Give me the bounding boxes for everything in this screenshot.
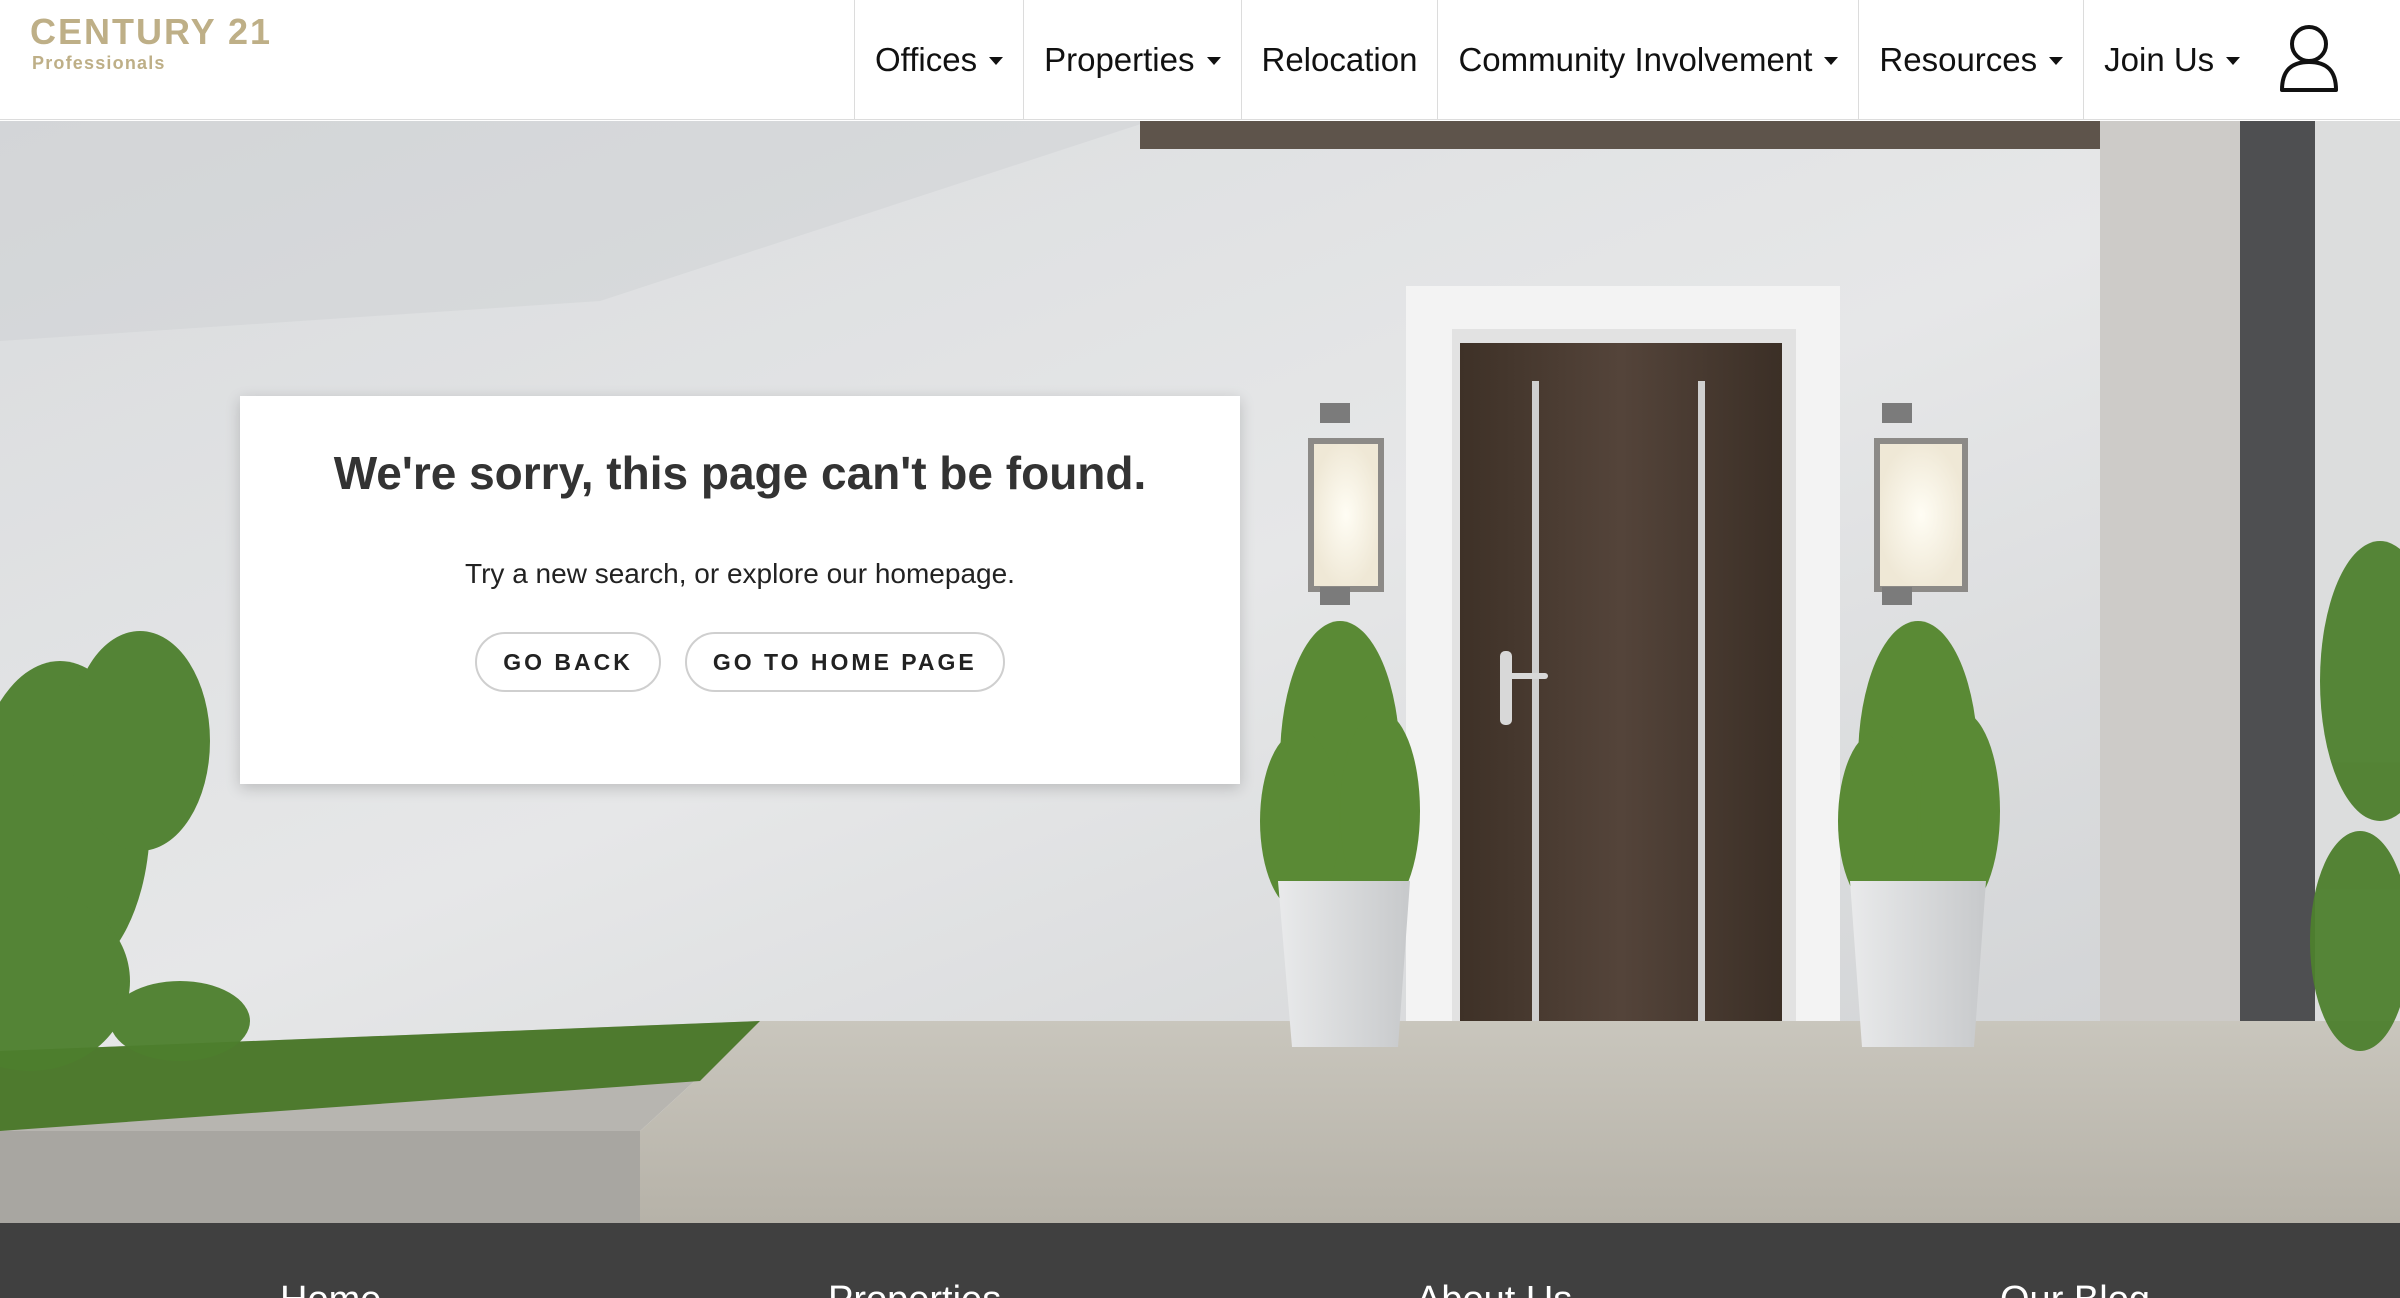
footer-link-our-blog[interactable]: Our Blog xyxy=(2000,1279,2150,1298)
brand-name: CENTURY 21 xyxy=(30,11,273,52)
footer-link-home[interactable]: Home xyxy=(280,1279,381,1298)
nav-item-label: Join Us xyxy=(2104,41,2215,78)
site-header: CENTURY 21 Professionals Offices Propert… xyxy=(0,0,2400,120)
footer-link-about-us[interactable]: About Us xyxy=(1416,1279,1572,1298)
nav-item-join-us[interactable]: Join Us xyxy=(2083,0,2260,120)
go-back-button[interactable]: GO BACK xyxy=(475,632,661,692)
nav-item-label: Resources xyxy=(1879,41,2038,78)
nav-item-label: Properties xyxy=(1044,41,1195,78)
go-home-button[interactable]: GO TO HOME PAGE xyxy=(684,632,1005,692)
nav-item-relocation[interactable]: Relocation xyxy=(1240,0,1438,120)
user-icon xyxy=(2280,25,2338,92)
caret-down-icon xyxy=(2226,57,2241,65)
site-footer: Home Properties About Us Our Blog xyxy=(0,1223,2400,1298)
footer-link-properties[interactable]: Properties xyxy=(828,1279,1001,1298)
nav-item-resources[interactable]: Resources xyxy=(1858,0,2083,120)
error-actions: GO BACK GO TO HOME PAGE xyxy=(240,632,1240,692)
error-title: We're sorry, this page can't be found. xyxy=(333,447,1147,499)
nav-item-label: Relocation xyxy=(1261,41,1418,78)
brand-logo[interactable]: CENTURY 21 Professionals xyxy=(30,12,272,74)
nav-item-community-involvement[interactable]: Community Involvement xyxy=(1437,0,1858,120)
error-card: We're sorry, this page can't be found. T… xyxy=(240,396,1240,784)
caret-down-icon xyxy=(1206,57,1221,65)
caret-down-icon xyxy=(989,57,1004,65)
nav-item-offices[interactable]: Offices xyxy=(854,0,1023,120)
caret-down-icon xyxy=(1824,57,1839,65)
nav-item-properties[interactable]: Properties xyxy=(1023,0,1240,120)
error-message: Try a new search, or explore our homepag… xyxy=(465,558,1015,589)
nav-item-label: Community Involvement xyxy=(1458,41,1813,78)
main-nav: Offices Properties Relocation Community … xyxy=(854,0,2260,120)
caret-down-icon xyxy=(2049,57,2064,65)
nav-item-label: Offices xyxy=(875,41,978,78)
brand-subtitle: Professionals xyxy=(32,53,166,73)
account-button[interactable] xyxy=(2276,22,2342,94)
